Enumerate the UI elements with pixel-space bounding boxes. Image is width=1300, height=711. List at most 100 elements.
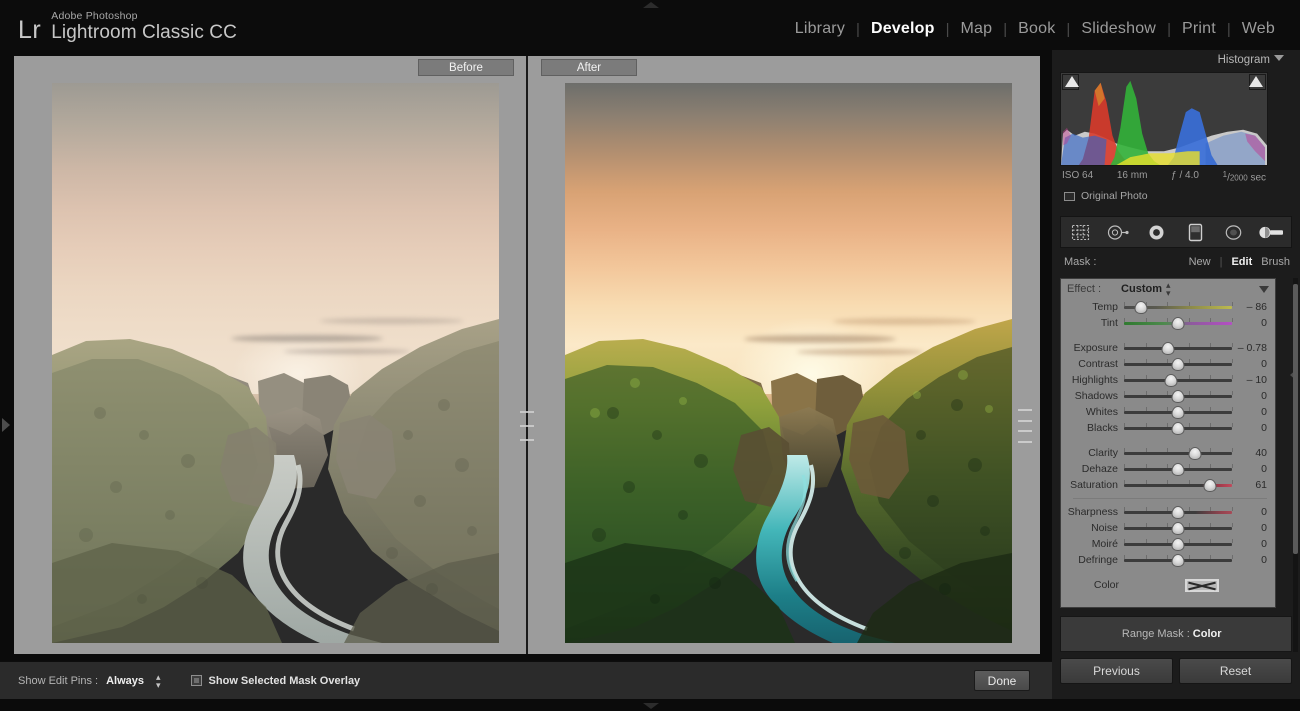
slider-tint-knob[interactable] — [1171, 317, 1185, 330]
slider-clarity-value[interactable]: 40 — [1232, 447, 1269, 459]
slider-moire[interactable]: Moiré 0 — [1067, 536, 1269, 552]
module-map[interactable]: Map — [950, 20, 1004, 38]
module-library[interactable]: Library — [784, 20, 856, 38]
slider-noise[interactable]: Noise 0 — [1067, 520, 1269, 536]
before-after-compare-view[interactable]: Before After — [14, 56, 1040, 654]
slider-saturation-knob[interactable] — [1203, 479, 1217, 492]
effect-panel-collapse-caret-icon[interactable] — [1259, 285, 1269, 293]
slider-noise-value[interactable]: 0 — [1232, 522, 1269, 534]
left-panel-expand-arrow-icon[interactable] — [2, 418, 10, 432]
done-button[interactable]: Done — [974, 670, 1030, 691]
slider-blacks[interactable]: Blacks 0 — [1067, 420, 1269, 436]
slider-exposure-track[interactable] — [1123, 347, 1232, 350]
slider-exposure-knob[interactable] — [1161, 342, 1175, 355]
module-book[interactable]: Book — [1007, 20, 1066, 38]
slider-whites-value[interactable]: 0 — [1232, 406, 1269, 418]
after-photo[interactable] — [565, 83, 1012, 643]
slider-noise-knob[interactable] — [1171, 522, 1185, 535]
graduated-filter-tool-icon[interactable] — [1180, 220, 1210, 244]
color-swatch[interactable] — [1185, 578, 1219, 592]
slider-blacks-knob[interactable] — [1171, 422, 1185, 435]
mask-new-button[interactable]: New — [1189, 256, 1211, 268]
slider-clarity-track[interactable] — [1123, 452, 1232, 455]
slider-highlights-knob[interactable] — [1164, 374, 1178, 387]
filmstrip-expand-nub[interactable] — [643, 703, 659, 709]
top-panel-collapse-nub[interactable] — [643, 2, 659, 8]
slider-exposure[interactable]: Exposure – 0.78 — [1067, 340, 1269, 356]
slider-sharpness-knob[interactable] — [1171, 506, 1185, 519]
mask-edit-button[interactable]: Edit — [1231, 256, 1252, 268]
previous-button[interactable]: Previous — [1060, 658, 1173, 684]
slider-moire-value[interactable]: 0 — [1232, 538, 1269, 550]
slider-saturation-value[interactable]: 61 — [1232, 479, 1269, 491]
slider-shadows-knob[interactable] — [1171, 390, 1185, 403]
slider-dehaze[interactable]: Dehaze 0 — [1067, 461, 1269, 477]
adjustment-brush-tool-icon[interactable] — [1257, 220, 1287, 244]
slider-contrast[interactable]: Contrast 0 — [1067, 356, 1269, 372]
mask-brush-button[interactable]: Brush — [1261, 256, 1290, 268]
slider-blacks-value[interactable]: 0 — [1232, 422, 1269, 434]
show-mask-overlay-toggle[interactable]: Show Selected Mask Overlay — [190, 675, 360, 687]
radial-filter-tool-icon[interactable] — [1218, 220, 1248, 244]
effect-value[interactable]: Custom — [1121, 283, 1162, 295]
panel-scrollbar-thumb[interactable] — [1293, 284, 1298, 554]
slider-tint-value[interactable]: 0 — [1232, 317, 1269, 329]
original-photo-toggle[interactable]: Original Photo — [1064, 190, 1148, 202]
slider-clarity[interactable]: Clarity 40 — [1067, 445, 1269, 461]
slider-clarity-knob[interactable] — [1188, 447, 1202, 460]
range-mask-value[interactable]: Color — [1193, 628, 1222, 640]
slider-whites-knob[interactable] — [1171, 406, 1185, 419]
color-picker-row[interactable]: Color — [1061, 574, 1275, 596]
compare-divider-grip[interactable] — [520, 411, 534, 441]
show-mask-overlay-checkbox-icon[interactable] — [190, 675, 202, 686]
red-eye-correction-tool-icon[interactable] — [1142, 220, 1172, 244]
before-photo[interactable] — [52, 83, 499, 643]
crop-overlay-tool-icon[interactable] — [1065, 220, 1095, 244]
slider-saturation[interactable]: Saturation 61 — [1067, 477, 1269, 493]
highlight-clipping-indicator-icon[interactable] — [1249, 76, 1263, 87]
slider-contrast-knob[interactable] — [1171, 358, 1185, 371]
slider-exposure-value[interactable]: – 0.78 — [1232, 342, 1269, 354]
module-web[interactable]: Web — [1231, 20, 1286, 38]
module-slideshow[interactable]: Slideshow — [1070, 20, 1167, 38]
slider-defringe-knob[interactable] — [1171, 554, 1185, 567]
slider-dehaze-value[interactable]: 0 — [1232, 463, 1269, 475]
slider-sharpness-value[interactable]: 0 — [1232, 506, 1269, 518]
range-mask-stepper-icon[interactable]: ▴ ▾ — [1226, 626, 1231, 643]
panel-scrollbar[interactable] — [1293, 278, 1298, 652]
histogram-graph[interactable] — [1060, 72, 1268, 166]
module-print[interactable]: Print — [1171, 20, 1227, 38]
slider-contrast-value[interactable]: 0 — [1232, 358, 1269, 370]
before-pane[interactable]: Before — [14, 56, 527, 654]
show-edit-pins-stepper-icon[interactable]: ▴ ▾ — [156, 672, 161, 689]
slider-temp-knob[interactable] — [1134, 301, 1148, 314]
slider-shadows-value[interactable]: 0 — [1232, 390, 1269, 402]
histogram-collapse-caret-icon[interactable] — [1274, 55, 1284, 61]
slider-defringe-value[interactable]: 0 — [1232, 554, 1269, 566]
slider-temp-value[interactable]: – 86 — [1232, 301, 1269, 313]
slider-dehaze-knob[interactable] — [1171, 463, 1185, 476]
effect-selector-row[interactable]: Effect : Custom ▴ ▾ — [1061, 279, 1275, 299]
slider-sharpness[interactable]: Sharpness 0 — [1067, 504, 1269, 520]
original-photo-label: Original Photo — [1081, 190, 1148, 202]
shadow-clipping-indicator-icon[interactable] — [1065, 76, 1079, 87]
exif-metadata-row: ISO 64 16 mm ƒ / 4.0 1/2000 sec — [1062, 170, 1270, 184]
histogram-header[interactable]: Histogram — [1052, 50, 1300, 69]
after-pane[interactable]: After — [527, 56, 1040, 654]
slider-temp[interactable]: Temp – 86 — [1067, 299, 1269, 315]
slider-shadows[interactable]: Shadows 0 — [1067, 388, 1269, 404]
show-edit-pins-value[interactable]: Always — [106, 675, 144, 687]
slider-highlights-value[interactable]: – 10 — [1232, 374, 1269, 386]
slider-defringe[interactable]: Defringe 0 — [1067, 552, 1269, 568]
spot-removal-tool-icon[interactable] — [1103, 220, 1133, 244]
right-edge-grip[interactable] — [1018, 409, 1032, 443]
effect-stepper-icon[interactable]: ▴ ▾ — [1166, 281, 1171, 298]
slider-highlights[interactable]: Highlights – 10 — [1067, 372, 1269, 388]
slider-moire-knob[interactable] — [1171, 538, 1185, 551]
reset-button[interactable]: Reset — [1179, 658, 1292, 684]
slider-tint[interactable]: Tint 0 — [1067, 315, 1269, 331]
module-develop[interactable]: Develop — [860, 20, 946, 38]
original-photo-checkbox-icon[interactable] — [1064, 191, 1075, 201]
slider-whites[interactable]: Whites 0 — [1067, 404, 1269, 420]
range-mask-row[interactable]: Range Mask : Color ▴ ▾ — [1060, 616, 1292, 652]
